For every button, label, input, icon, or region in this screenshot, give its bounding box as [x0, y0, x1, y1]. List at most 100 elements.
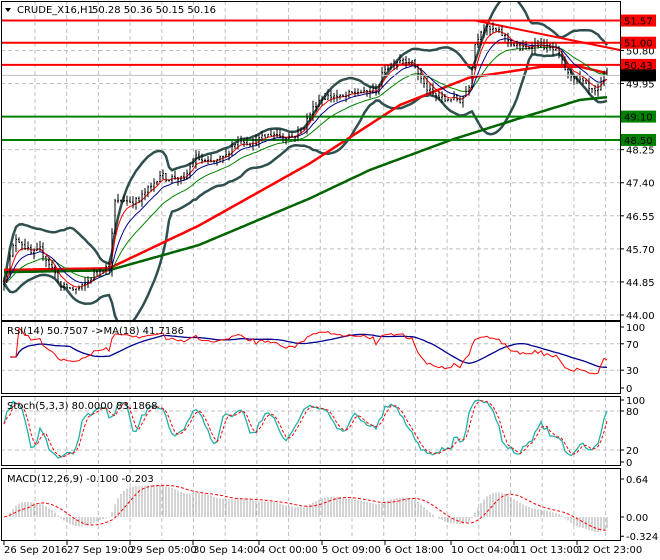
ohlc-bar [198, 150, 200, 161]
ohlc-bar [600, 76, 602, 91]
stoch-axis-label: 0 [626, 458, 632, 469]
ohlc-bar [153, 178, 155, 192]
ohlc-bar [426, 77, 428, 95]
time-axis-label: 26 Sep 2016 [4, 545, 67, 556]
ohlc-bar [354, 88, 356, 97]
ohlc-bar [351, 91, 353, 94]
ohlc-bar [75, 288, 77, 295]
dropdown-triangle-icon[interactable] [5, 8, 11, 12]
stoch-axis-label: 20 [626, 446, 639, 457]
time-axis-label: 12 Oct 23:00 [577, 545, 642, 556]
ohlc-bar [45, 255, 47, 268]
ohlc-bar [432, 82, 434, 96]
ohlc-bar [276, 128, 278, 138]
price-axis-label: 44.85 [626, 278, 655, 289]
ohlc-bar [360, 89, 362, 93]
ohlc-bar [333, 93, 335, 103]
ohlc-bar [375, 84, 377, 96]
macd-label: MACD(12,26,9) -0.100 -0.203 [7, 474, 154, 485]
time-axis-label: 30 Sep 14:00 [193, 545, 260, 556]
ohlc-bar [12, 243, 14, 258]
ohlc-bar [453, 91, 455, 101]
ohlc-values: 50.28 50.36 50.15 50.16 [92, 5, 216, 16]
ohlc-bar [264, 133, 266, 138]
ohlc-bar [69, 287, 71, 290]
ohlc-bar [15, 234, 17, 253]
rsi-axis-label: 70 [626, 340, 639, 351]
level-label-48.50: 48.50 [624, 136, 653, 147]
ohlc-bar [117, 193, 119, 204]
ohlc-bar [270, 129, 272, 137]
ohlc-bar [408, 58, 410, 65]
ohlc-bar [498, 26, 500, 34]
ohlc-bar [279, 129, 281, 139]
bollinger-lower-band [2, 52, 608, 320]
ohlc-bar [504, 34, 506, 42]
ohlc-bar [129, 196, 131, 204]
price-axis-label: 45.70 [626, 245, 655, 256]
stoch-axis-label: 100 [626, 396, 645, 407]
ohlc-bar [144, 188, 146, 201]
time-axis-label: 6 Oct 18:00 [385, 545, 444, 556]
ohlc-bar [207, 156, 209, 164]
macd-axis-label: 0.64 [626, 475, 648, 486]
trading-chart[interactable]: 50.8049.9548.2547.4046.5545.7044.8544.00… [0, 0, 660, 560]
ohlc-bar [159, 170, 161, 183]
ohlc-bar [543, 38, 545, 51]
level-label-51.00: 51.00 [624, 39, 653, 50]
macd-axis-label: -0.324 [626, 532, 658, 543]
ohlc-bar [336, 89, 338, 102]
ohlc-bar [234, 144, 236, 149]
ohlc-bar [348, 89, 350, 99]
ohlc-bar [126, 195, 128, 206]
time-axis-label: 5 Oct 09:00 [322, 545, 381, 556]
ohlc-bar [141, 190, 143, 207]
ohlc-bar [213, 159, 215, 164]
ohlc-bar [72, 286, 74, 292]
ohlc-bar [507, 32, 509, 47]
price-axis-label: 47.40 [626, 179, 655, 190]
time-axis-label: 27 Sep 19:00 [67, 545, 134, 556]
rsi-label: RSI(14) 50.7507 ->MA(18) 41.7186 [7, 326, 184, 337]
stoch-label: Stoch(5,3,3) 80.0000 83.1868 [7, 401, 158, 412]
ohlc-bar [285, 137, 287, 145]
macd-panel[interactable] [3, 484, 608, 533]
price-axis-label: 48.25 [626, 146, 655, 157]
ohlc-bar [165, 172, 167, 183]
rsi-axis-label: 0 [626, 384, 632, 395]
ohlc-bar [597, 83, 599, 97]
ohlc-bar [147, 185, 149, 198]
ohlc-bar [357, 88, 359, 96]
ohlc-bar [591, 88, 593, 94]
current-price-label: 50.16 [624, 71, 653, 82]
time-axis-label: 10 Oct 04:00 [451, 545, 516, 556]
ohlc-bar [369, 86, 371, 99]
ohlc-bar [180, 175, 182, 185]
stoch-axis-label: 80 [626, 407, 639, 418]
ohlc-bar [450, 99, 452, 103]
time-axis-label: 11 Oct 13:00 [514, 545, 579, 556]
ohlc-bar [291, 132, 293, 137]
ohlc-bar [84, 277, 86, 291]
ohlc-bar [381, 66, 383, 88]
ohlc-bar [417, 64, 419, 81]
price-axis-label: 46.55 [626, 212, 655, 223]
ohlc-bar [537, 39, 539, 49]
rsi-axis-label: 100 [626, 323, 645, 334]
ohlc-bar [18, 237, 20, 243]
chart-header: CRUDE_X16,H1 50.28 50.36 50.15 50.16 [5, 5, 216, 16]
moving-average-green-slow [4, 95, 608, 274]
level-label-51.57: 51.57 [624, 17, 653, 28]
price-panel[interactable] [1, 0, 622, 327]
ohlc-bar [78, 285, 80, 291]
ohlc-bar [222, 155, 224, 164]
ohlc-bar [27, 241, 29, 251]
price-axis-label: 44.00 [626, 311, 655, 322]
rsi-axis-label: 30 [626, 366, 639, 377]
ohlc-bar [168, 179, 170, 182]
level-label-49.10: 49.10 [624, 113, 653, 124]
time-axis-label: 4 Oct 00:00 [259, 545, 318, 556]
macd-axis-label: 0.00 [626, 513, 648, 524]
time-axis-label: 29 Sep 05:00 [130, 545, 197, 556]
ohlc-bar [132, 196, 134, 209]
